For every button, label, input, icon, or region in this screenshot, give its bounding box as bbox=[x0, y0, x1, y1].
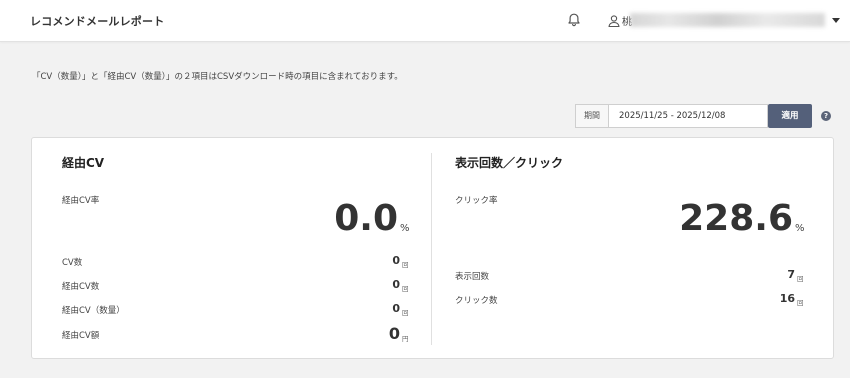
left-row-value: 0 bbox=[392, 278, 400, 291]
caret-down-icon[interactable] bbox=[832, 18, 840, 23]
right-row-value: 16 bbox=[779, 292, 795, 305]
left-rate-label: 経由CV率 bbox=[62, 196, 100, 206]
left-row-label: CV数 bbox=[62, 258, 83, 268]
column-divider bbox=[431, 153, 432, 345]
right-row-value: 7 bbox=[787, 268, 795, 281]
report-card: 経由CV 経由CV率 0.0 % CV数 0 回 経由CV数 0 回 経由CV（… bbox=[31, 137, 834, 359]
left-rate-unit: % bbox=[400, 223, 410, 234]
right-row-unit: 回 bbox=[797, 299, 804, 307]
left-row-value: 0 bbox=[392, 302, 400, 315]
left-row-label: 経由CV数 bbox=[62, 282, 100, 292]
right-row-unit: 回 bbox=[797, 275, 804, 283]
bell-icon[interactable] bbox=[566, 12, 582, 28]
period-picker[interactable]: 期間 2025/11/25 - 2025/12/08 bbox=[575, 104, 768, 128]
notice-text: 「CV（数量）」と「経由CV（数量）」の２項目はCSVダウンロード時の項目に含ま… bbox=[32, 72, 403, 82]
period-label: 期間 bbox=[576, 105, 609, 127]
left-row-value: 0 bbox=[388, 324, 400, 343]
app-title: レコメンドメールレポート bbox=[30, 15, 165, 28]
left-row-value: 0 bbox=[392, 254, 400, 267]
right-rate-unit: % bbox=[795, 223, 805, 234]
top-header: レコメンドメールレポート 桃 bbox=[0, 0, 850, 42]
apply-button[interactable]: 適用 bbox=[768, 104, 812, 128]
left-rate-value: 0.0 bbox=[334, 198, 398, 239]
right-section-title: 表示回数／クリック bbox=[455, 156, 564, 170]
left-row-label: 経由CV（数量） bbox=[62, 306, 125, 316]
right-rate-value: 228.6 bbox=[679, 198, 793, 239]
left-row-label: 経由CV額 bbox=[62, 331, 100, 341]
help-icon[interactable]: ? bbox=[821, 111, 831, 121]
left-row-unit: 回 bbox=[402, 261, 409, 269]
left-row-unit: 円 bbox=[402, 335, 409, 343]
left-row-unit: 回 bbox=[402, 309, 409, 317]
right-row-label: クリック数 bbox=[455, 296, 498, 306]
left-row-unit: 回 bbox=[402, 285, 409, 293]
right-row-label: 表示回数 bbox=[455, 272, 490, 282]
period-input[interactable]: 2025/11/25 - 2025/12/08 bbox=[619, 105, 725, 127]
left-section-title: 経由CV bbox=[62, 156, 105, 170]
right-rate-label: クリック率 bbox=[455, 196, 498, 206]
user-icon[interactable] bbox=[607, 14, 621, 28]
user-name-redacted bbox=[630, 13, 825, 27]
